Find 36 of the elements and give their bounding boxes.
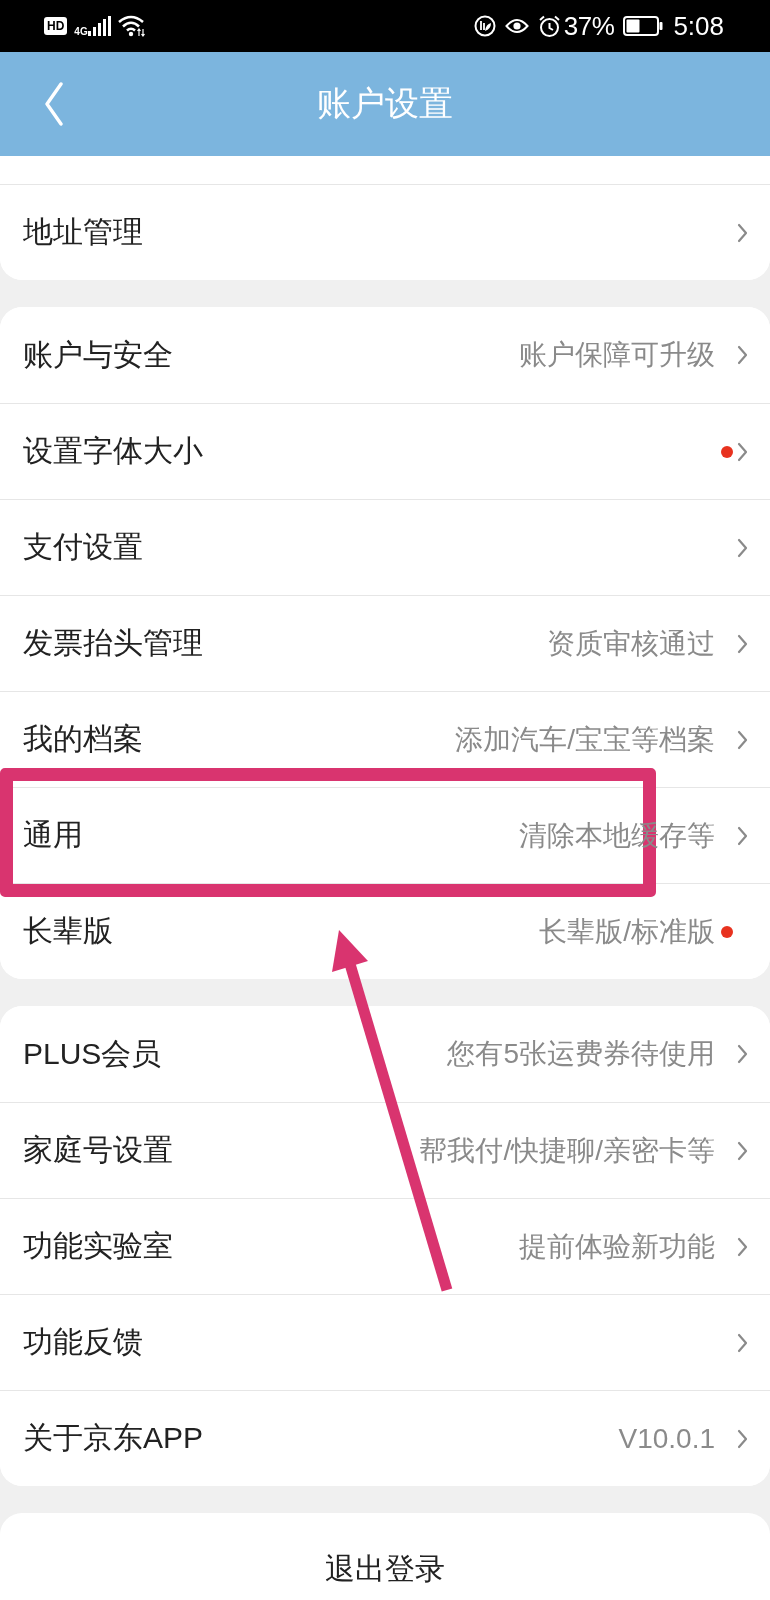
row-label: 长辈版 (23, 913, 113, 949)
row-value: 提前体验新功能 (519, 1229, 715, 1264)
row-label: 关于京东APP (23, 1420, 204, 1456)
row-label: 支付设置 (23, 529, 143, 565)
row-label: 我的档案 (23, 721, 143, 757)
row-value: 添加汽车/宝宝等档案 (455, 722, 715, 757)
row-label: 设置字体大小 (23, 433, 203, 469)
logout-button[interactable]: 退出登录 (0, 1513, 770, 1600)
row-value: 长辈版/标准版 (539, 914, 715, 949)
row-value: 您有5张运费券待使用 (447, 1037, 715, 1071)
row-label: 功能反馈 (23, 1324, 143, 1360)
settings-row[interactable]: 关于京东APP V10.0.1 (0, 1390, 770, 1486)
row-value: 帮我付/快捷聊/亲密卡等 (419, 1133, 715, 1168)
row-label: 发票抬头管理 (23, 625, 203, 661)
battery-percent: 37% (563, 10, 615, 42)
row-value: V10.0.1 (618, 1422, 715, 1455)
leaf-circle-icon (473, 15, 496, 37)
wifi-icon (117, 15, 146, 37)
back-icon (44, 82, 64, 126)
alarm-icon (537, 14, 561, 38)
battery-icon (623, 16, 664, 36)
row-value: 资质审核通过 (547, 626, 715, 661)
clock-time: 5:08 (673, 10, 724, 42)
row-label: PLUS会员 (23, 1035, 162, 1072)
row-label: 地址管理 (23, 214, 143, 250)
row-label: 功能实验室 (23, 1228, 173, 1264)
eye-icon (504, 17, 529, 35)
row-value: 账户保障可升级 (519, 338, 715, 372)
settings-row[interactable]: 地址管理 (0, 184, 770, 280)
network-type: 4G (74, 27, 88, 37)
row-label: 家庭号设置 (23, 1132, 173, 1168)
row-label: 通用 (23, 817, 83, 853)
row-label: 账户与安全 (23, 336, 173, 373)
page-title: 账户设置 (317, 83, 453, 124)
signal-icon (87, 16, 111, 36)
hd-badge: HD (44, 17, 68, 35)
